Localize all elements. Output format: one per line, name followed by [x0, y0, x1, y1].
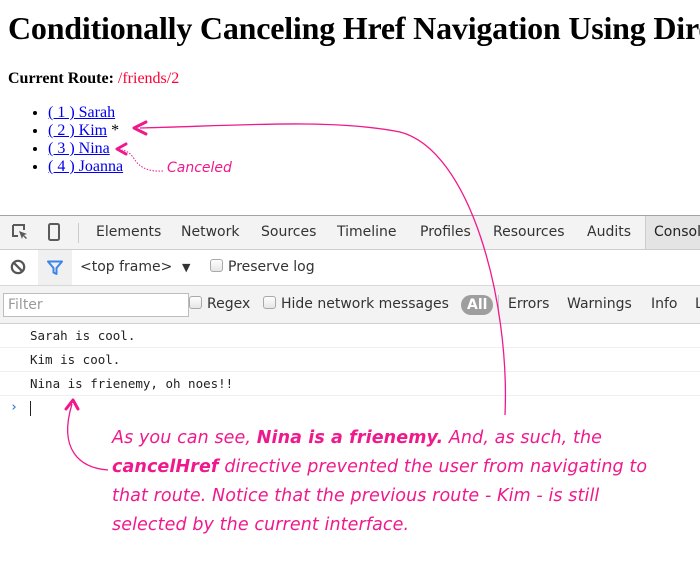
console-message: Nina is frienemy, oh noes!!: [0, 372, 700, 396]
console-message: Kim is cool.: [0, 348, 700, 372]
level-info-button[interactable]: Info: [651, 286, 678, 323]
note-line: selected by the current interface.: [112, 515, 410, 535]
toolbar-divider: [78, 223, 79, 243]
selected-marker: *: [111, 122, 120, 139]
console-output: Sarah is cool. Kim is cool. Nina is frie…: [0, 324, 700, 420]
checkbox-icon[interactable]: [263, 296, 276, 309]
friend-link-sarah[interactable]: ( 1 ) Sarah: [48, 104, 115, 121]
current-route: Current Route: /friends/2: [8, 70, 179, 88]
console-filter-bar: Regex Hide network messages All Errors W…: [0, 286, 700, 324]
console-toolbar: <top frame> ▼ Preserve log: [0, 250, 700, 286]
filter-icon: [47, 260, 63, 275]
text-cursor: [30, 401, 31, 416]
friend-item: ( 1 ) Sarah: [48, 104, 123, 122]
friend-link-nina[interactable]: ( 3 ) Nina: [48, 140, 110, 157]
friend-item: ( 3 ) Nina: [48, 140, 123, 158]
devtools-tabbar: Elements Network Sources Timeline Profil…: [0, 215, 700, 250]
tab-profiles[interactable]: Profiles: [420, 216, 471, 249]
filter-input[interactable]: [3, 293, 189, 317]
regex-checkbox[interactable]: Regex: [189, 286, 250, 323]
note-text: directive prevented the user from naviga…: [218, 457, 648, 477]
console-message: Sarah is cool.: [0, 324, 700, 348]
note-line: that route. Notice that the previous rou…: [112, 486, 600, 506]
frame-selector[interactable]: <top frame>: [80, 250, 172, 285]
checkbox-icon[interactable]: [189, 296, 202, 309]
prompt-chevron-icon: ›: [10, 400, 18, 415]
note-emphasis: Nina is a frienemy.: [256, 428, 444, 448]
tab-elements[interactable]: Elements: [96, 216, 161, 249]
device-mode-icon[interactable]: [45, 223, 63, 241]
clear-console-icon[interactable]: [10, 259, 26, 275]
filter-toggle-button[interactable]: [38, 250, 72, 285]
tab-resources[interactable]: Resources: [493, 216, 565, 249]
preserve-log-label: Preserve log: [228, 259, 315, 275]
canceled-annotation: Canceled: [167, 160, 232, 176]
checkbox-icon[interactable]: [210, 259, 223, 272]
level-errors-button[interactable]: Errors: [508, 286, 549, 323]
tab-timeline[interactable]: Timeline: [337, 216, 397, 249]
console-prompt[interactable]: ›: [0, 396, 700, 420]
hide-network-label: Hide network messages: [281, 296, 449, 312]
regex-label: Regex: [207, 296, 251, 312]
note-text: And, as such, the: [443, 428, 603, 448]
tab-network[interactable]: Network: [181, 216, 239, 249]
current-route-label: Current Route:: [8, 70, 114, 87]
note-line: As you can see, Nina is a frienemy. And,…: [112, 424, 700, 453]
friends-list: ( 1 ) Sarah ( 2 ) Kim * ( 3 ) Nina ( 4 )…: [8, 104, 123, 176]
level-all-button[interactable]: All: [461, 295, 494, 315]
level-logs-button[interactable]: Logs: [695, 286, 700, 323]
note-text: As you can see,: [112, 428, 257, 448]
note-emphasis: cancelHref: [112, 457, 219, 477]
friend-link-kim[interactable]: ( 2 ) Kim: [48, 122, 107, 139]
note-line: cancelHref directive prevented the user …: [112, 453, 700, 482]
friend-item: ( 4 ) Joanna: [48, 158, 123, 176]
tab-console[interactable]: Console: [645, 216, 700, 249]
friend-link-joanna[interactable]: ( 4 ) Joanna: [48, 158, 123, 175]
current-route-value: /friends/2: [117, 70, 180, 87]
hide-network-checkbox[interactable]: Hide network messages: [263, 286, 449, 323]
inspect-element-icon[interactable]: [11, 223, 29, 241]
level-divider: [498, 295, 499, 315]
demo-page: Conditionally Canceling Href Navigation …: [0, 0, 700, 215]
page-title: Conditionally Canceling Href Navigation …: [8, 10, 700, 46]
chevron-down-icon[interactable]: ▼: [182, 250, 190, 285]
friend-item: ( 2 ) Kim *: [48, 122, 123, 140]
preserve-log-checkbox[interactable]: Preserve log: [210, 250, 315, 285]
explanation-note: As you can see, Nina is a frienemy. And,…: [112, 424, 700, 540]
level-warnings-button[interactable]: Warnings: [567, 286, 632, 323]
tab-sources[interactable]: Sources: [261, 216, 316, 249]
tab-audits[interactable]: Audits: [587, 216, 631, 249]
